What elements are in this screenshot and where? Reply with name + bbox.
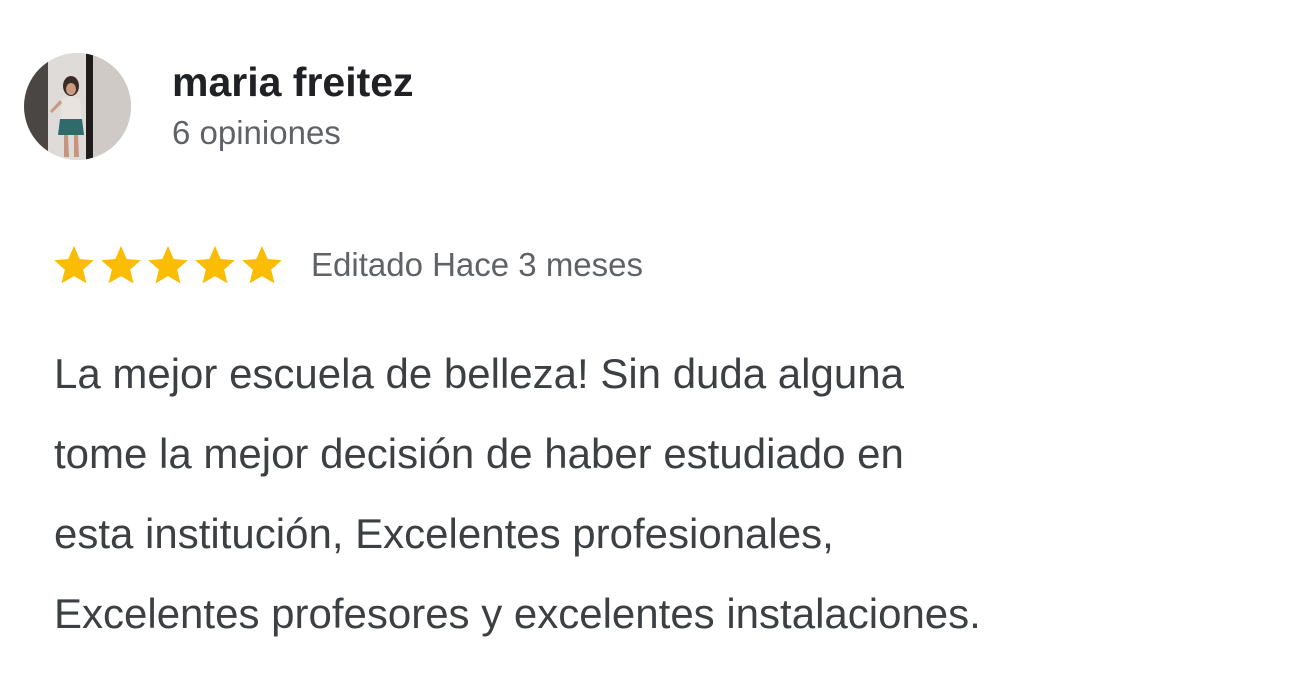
- star-rating: [52, 243, 287, 287]
- review-text-line: Excelentes profesores y excelentes insta…: [54, 590, 981, 637]
- review-date: Editado Hace 3 meses: [311, 246, 644, 283]
- author-name[interactable]: maria freitez: [172, 58, 414, 106]
- review-text-line: La mejor escuela de belleza! Sin duda al…: [54, 350, 904, 397]
- review-card: maria freitez 6 opiniones Editado Hace 3…: [0, 0, 1314, 690]
- star-icon: [195, 245, 235, 284]
- avatar-photo: [24, 53, 131, 160]
- star-icon: [101, 245, 141, 284]
- star-icon: [54, 245, 94, 284]
- review-text: La mejor escuela de belleza! Sin duda al…: [54, 334, 1284, 654]
- review-text-line: tome la mejor decisión de haber estudiad…: [54, 430, 904, 477]
- author-review-count: 6 opiniones: [172, 114, 341, 151]
- rating-row: Editado Hace 3 meses: [52, 238, 643, 292]
- star-icon: [148, 245, 188, 284]
- star-icon: [242, 245, 282, 284]
- author-avatar[interactable]: [24, 53, 131, 160]
- review-text-line: esta institución, Excelentes profesional…: [54, 510, 834, 557]
